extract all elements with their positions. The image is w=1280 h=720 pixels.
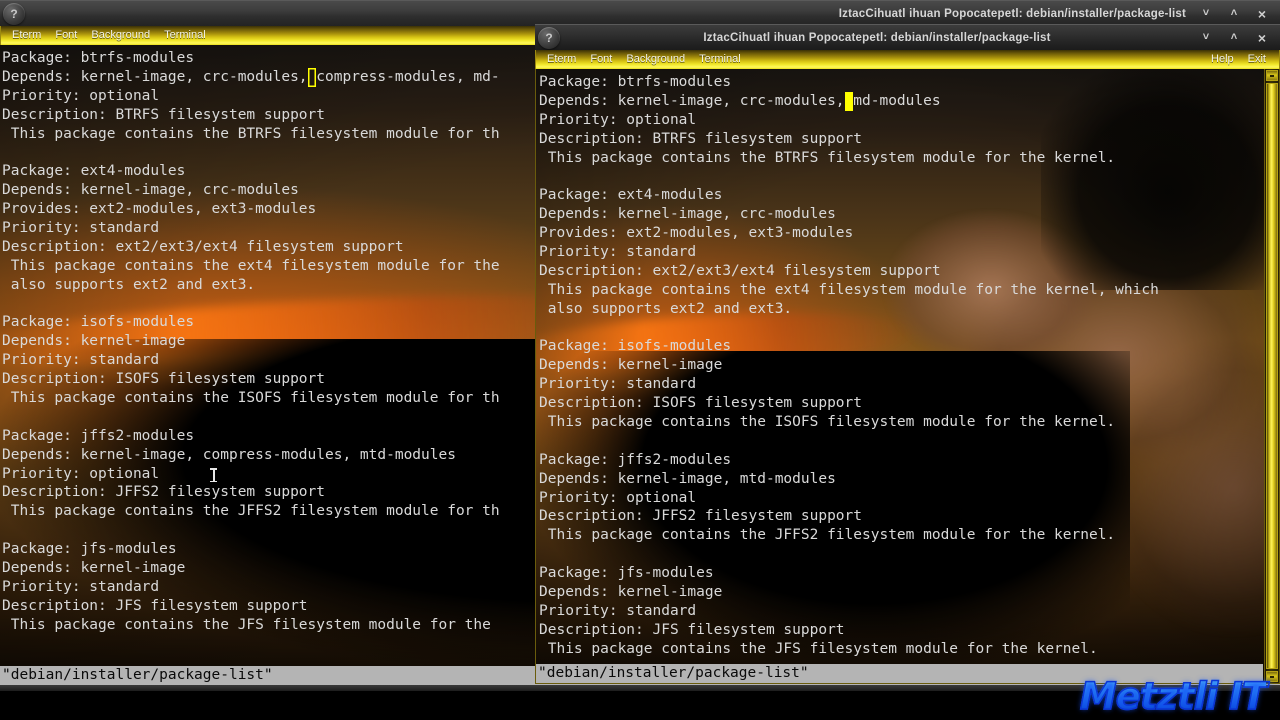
terminal-line: This package contains the ext4 filesyste…	[539, 281, 1159, 298]
menu-item-font-right[interactable]: Font	[583, 50, 619, 69]
terminal-line: This package contains the JFS filesystem…	[539, 640, 1098, 657]
terminal-line: Priority: standard	[539, 244, 697, 261]
terminal-line: Depends: kernel-image, crc-modules	[539, 206, 836, 223]
window-title-right: IztacCihuatl ihuan Popocatepetl: debian/…	[703, 31, 1051, 44]
maximize-button-left[interactable]: ˄	[1228, 8, 1240, 19]
menu-item-font-left[interactable]: Font	[48, 26, 84, 45]
menu-item-eterm-left[interactable]: Eterm	[5, 26, 48, 45]
terminal-line: Priority: standard	[539, 602, 697, 619]
titlebar-left[interactable]: ? IztacCihuatl ihuan Popocatepetl: debia…	[0, 0, 1280, 26]
metztli-it-logo: Metztli IT	[1079, 674, 1268, 719]
terminal-line-text: Depends: kernel-image, crc-modules,	[539, 92, 845, 109]
question-mark-icon: ?	[3, 2, 25, 25]
terminal-line-text: md-modules	[853, 92, 941, 109]
menu-item-help-right[interactable]: Help	[1204, 50, 1241, 69]
maximize-button-right[interactable]: ˄	[1228, 32, 1240, 43]
terminal-line: This package contains the BTRFS filesyst…	[539, 149, 1116, 166]
menu-item-terminal-right[interactable]: Terminal	[692, 50, 748, 69]
text-cursor	[844, 91, 854, 111]
menu-item-background-right[interactable]: Background	[619, 50, 692, 69]
window-controls-right: ˅ ˄ ×	[1200, 31, 1280, 45]
terminal-body-right[interactable]: Package: btrfs-modules Depends: kernel-im…	[535, 69, 1280, 684]
terminal-line: Package: btrfs-modules	[539, 74, 732, 90]
menu-item-exit-right[interactable]: Exit	[1241, 50, 1273, 69]
terminal-window-right[interactable]: ? IztacCihuatl ihuan Popocatepetl: debia…	[535, 24, 1280, 684]
minimize-button-right[interactable]: ˅	[1200, 32, 1212, 43]
window-controls-left: ˅ ˄ ×	[1200, 7, 1280, 21]
menu-item-terminal-left[interactable]: Terminal	[157, 26, 213, 45]
terminal-line: Depends: kernel-image	[539, 357, 723, 374]
menu-item-eterm-right[interactable]: Eterm	[540, 50, 583, 69]
text-cursor	[308, 68, 317, 87]
menu-item-background-left[interactable]: Background	[84, 26, 157, 45]
terminal-line: Depends: kernel-image	[539, 584, 723, 601]
scroll-down-arrow-icon[interactable]	[1266, 671, 1278, 682]
terminal-line: Description: ISOFS filesystem support	[539, 395, 863, 412]
desktop: ? IztacCihuatl ihuan Popocatepetl: debia…	[0, 0, 1280, 720]
terminal-line: This package contains the ISOFS filesyst…	[539, 414, 1116, 431]
close-button-left[interactable]: ×	[1256, 7, 1268, 21]
terminal-line-text: Depends: kernel-image, crc-modules,	[2, 68, 308, 85]
terminal-line: Description: ext2/ext3/ext4 filesystem s…	[539, 262, 941, 279]
terminal-line: Priority: standard	[539, 376, 697, 393]
titlebar-right[interactable]: ? IztacCihuatl ihuan Popocatepetl: debia…	[535, 24, 1280, 50]
close-button-right[interactable]: ×	[1256, 31, 1268, 45]
scrollbar-thumb[interactable]	[1266, 83, 1278, 669]
vertical-scrollbar-right[interactable]	[1264, 69, 1279, 683]
terminal-line: Priority: optional	[539, 489, 697, 506]
terminal-line: Description: JFS filesystem support	[539, 621, 845, 638]
terminal-line: Priority: optional	[539, 111, 697, 128]
question-mark-icon: ?	[538, 26, 560, 49]
menubar-right-items-right: Help Exit	[1204, 50, 1279, 69]
terminal-line: Description: JFFS2 filesystem support	[539, 508, 863, 525]
terminal-line: Description: BTRFS filesystem support	[539, 130, 863, 147]
terminal-line: Package: ext4-modules	[539, 187, 723, 204]
menubar-left-items: Eterm Font Background Terminal	[1, 26, 213, 45]
menubar-right-items-left: Eterm Font Background Terminal	[536, 50, 748, 69]
terminal-line: Package: isofs-modules	[539, 338, 732, 355]
terminal-line: Depends: kernel-image, crc-modules, md-m…	[539, 91, 1279, 111]
terminal-line: Package: jfs-modules	[539, 565, 714, 582]
terminal-line-text: compress-modules, md-	[316, 68, 500, 85]
terminal-line: Package: jffs2-modules	[539, 451, 732, 468]
menubar-right[interactable]: Eterm Font Background Terminal Help Exit	[535, 50, 1280, 69]
terminal-line: also supports ext2 and ext3.	[539, 300, 793, 317]
terminal-text-right: Package: btrfs-modules Depends: kernel-im…	[536, 69, 1279, 659]
terminal-line: Depends: kernel-image, mtd-modules	[539, 470, 836, 487]
terminal-line: Provides: ext2-modules, ext3-modules	[539, 225, 854, 242]
terminal-line: This package contains the JFFS2 filesyst…	[539, 527, 1116, 544]
scroll-up-arrow-icon[interactable]	[1266, 70, 1278, 81]
minimize-button-left[interactable]: ˅	[1200, 8, 1212, 19]
window-title-left: IztacCihuatl ihuan Popocatepetl: debian/…	[838, 7, 1186, 20]
